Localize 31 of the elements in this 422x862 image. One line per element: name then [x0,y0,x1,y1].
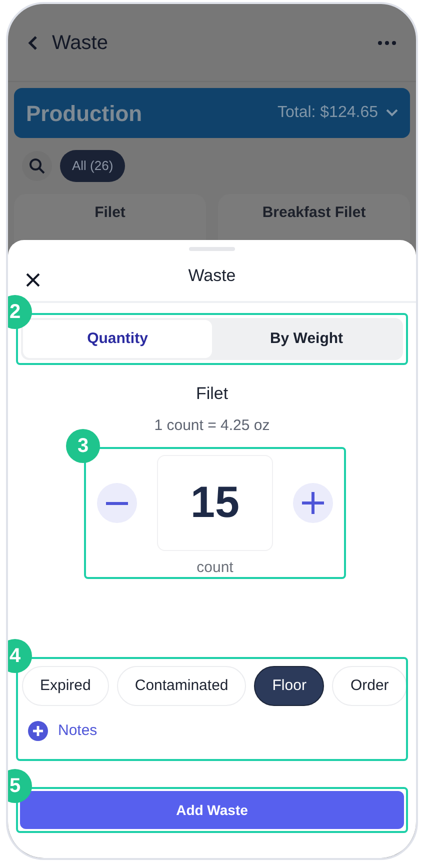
decrement-button[interactable] [97,483,137,523]
filter-chip[interactable]: All (26) [60,150,126,182]
add-icon [28,721,48,742]
search-button[interactable] [22,150,52,181]
reason-chip[interactable]: Contaminated [116,666,246,706]
callout-number: 5 [8,769,32,803]
unit-conversion: 1 count = 4.25 oz [153,416,271,436]
total-amount: Total: $124.65 [277,103,378,123]
chevron-down-icon [386,109,398,117]
minus-icon [106,502,128,504]
page-title: Waste [52,30,108,56]
mode-tab[interactable]: Quantity [23,320,212,358]
quantity-value[interactable]: 15 [157,455,273,551]
back-icon[interactable] [28,34,38,50]
reason-chip[interactable]: Expired [22,666,109,706]
item-name: Filet [194,383,230,405]
plus-icon [302,492,324,514]
search-icon [29,158,45,174]
callout-number: 2 [8,295,32,329]
more-icon[interactable] [378,40,396,44]
add-waste-button[interactable]: Add Waste [20,791,404,829]
callout-number: 3 [66,429,100,463]
mode-tab[interactable]: By Weight [212,320,401,358]
increment-button[interactable] [293,483,333,523]
banner-title: Production [26,100,142,128]
reason-chip[interactable]: Floor [254,666,324,706]
close-icon[interactable] [26,273,40,287]
reason-chip[interactable]: Order [332,666,406,706]
callout-number: 4 [8,639,32,673]
notes-link[interactable]: Notes [28,720,98,742]
unit-label: count [196,558,234,578]
